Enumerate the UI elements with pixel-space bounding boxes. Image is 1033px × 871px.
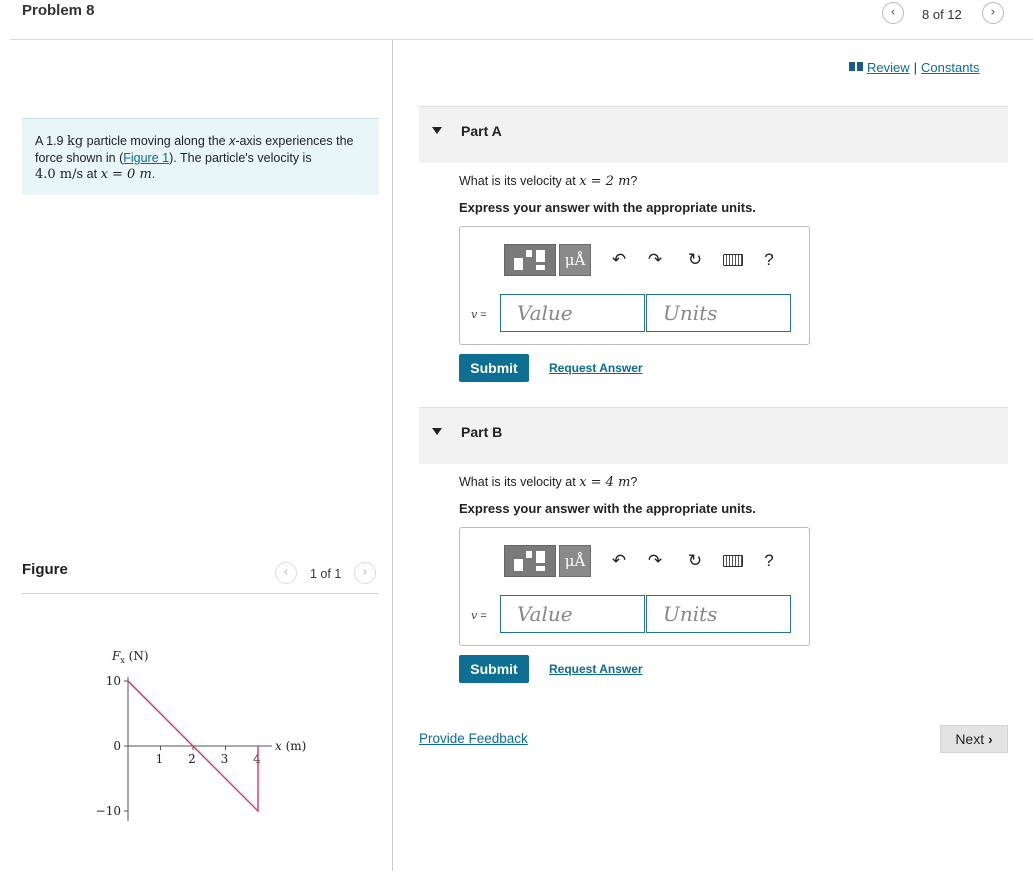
book-icon bbox=[849, 62, 863, 71]
chevron-right-icon: › bbox=[362, 565, 368, 580]
y-tick-label: −10 bbox=[96, 804, 121, 818]
part-b-answer-box: μÅ ↶ ↷ ↻ ? v = Value Units bbox=[459, 527, 810, 646]
figure-link[interactable]: Figure 1 bbox=[123, 151, 169, 165]
part-a-answer-box: μÅ ↶ ↷ ↻ ? v = Value Units bbox=[459, 226, 810, 345]
part-a-units-input[interactable]: Units bbox=[646, 294, 791, 332]
chevron-right-icon: › bbox=[990, 5, 996, 20]
x-axis-title: x (m) bbox=[275, 739, 306, 753]
part-b-request-answer-link[interactable]: Request Answer bbox=[549, 662, 643, 676]
part-b-header[interactable]: Part B bbox=[419, 407, 1008, 464]
chevron-left-icon: ‹ bbox=[890, 5, 896, 20]
part-a-instruction: Express your answer with the appropriate… bbox=[459, 200, 756, 215]
problem-statement: A 1.9 kg particle moving along the x-axi… bbox=[22, 118, 379, 195]
chevron-right-icon: › bbox=[988, 731, 993, 747]
part-a-label: Part A bbox=[461, 123, 502, 139]
y-axis-title: Fx (N) bbox=[111, 649, 149, 665]
chevron-left-icon: ‹ bbox=[283, 565, 289, 580]
part-b-value-input[interactable]: Value bbox=[500, 595, 645, 633]
keyboard-icon[interactable] bbox=[723, 254, 743, 266]
previous-problem-button[interactable]: ‹ bbox=[882, 2, 904, 24]
part-a-submit-button[interactable]: Submit bbox=[459, 354, 529, 382]
next-button[interactable]: Next › bbox=[940, 725, 1008, 753]
header-divider bbox=[10, 39, 1033, 40]
help-icon[interactable]: ? bbox=[758, 550, 780, 572]
provide-feedback-link[interactable]: Provide Feedback bbox=[419, 731, 528, 746]
help-icon[interactable]: ? bbox=[758, 249, 780, 271]
x-tick-label: 1 bbox=[156, 752, 164, 766]
x-tick-label: 3 bbox=[221, 752, 229, 766]
part-a-variable-label: v = bbox=[471, 308, 487, 321]
part-b-units-input[interactable]: Units bbox=[646, 595, 791, 633]
keyboard-icon[interactable] bbox=[723, 555, 743, 567]
previous-figure-button[interactable]: ‹ bbox=[275, 562, 297, 584]
part-b-submit-button[interactable]: Submit bbox=[459, 655, 529, 683]
next-figure-button[interactable]: › bbox=[354, 562, 376, 584]
x-tick-label: 2 bbox=[188, 752, 196, 766]
part-b-question: What is its velocity at x = 4 m? bbox=[459, 475, 638, 490]
part-b-instruction: Express your answer with the appropriate… bbox=[459, 501, 756, 516]
review-link[interactable]: Review bbox=[867, 60, 910, 75]
part-b-label: Part B bbox=[461, 424, 503, 440]
force-position-chart: Fx (N) x (m) 10 0 −10 1 2 3 4 bbox=[96, 649, 306, 821]
next-button-label: Next bbox=[955, 731, 985, 747]
column-divider bbox=[392, 40, 393, 871]
units-icon[interactable]: μÅ bbox=[559, 545, 591, 577]
y-tick-label: 10 bbox=[106, 674, 121, 688]
templates-icon[interactable] bbox=[504, 545, 556, 577]
part-a-request-answer-link[interactable]: Request Answer bbox=[549, 361, 643, 375]
caret-down-icon bbox=[432, 428, 442, 435]
templates-icon[interactable] bbox=[504, 244, 556, 276]
units-icon[interactable]: μÅ bbox=[559, 244, 591, 276]
redo-icon[interactable]: ↷ bbox=[644, 249, 666, 271]
problem-title: Problem 8 bbox=[22, 2, 95, 19]
figure-heading: Figure bbox=[22, 561, 68, 578]
reset-icon[interactable]: ↻ bbox=[684, 550, 706, 572]
next-problem-button[interactable]: › bbox=[982, 2, 1004, 24]
constants-link[interactable]: Constants bbox=[921, 60, 980, 75]
undo-icon[interactable]: ↶ bbox=[608, 550, 630, 572]
part-a-question: What is its velocity at x = 2 m? bbox=[459, 174, 638, 189]
reset-icon[interactable]: ↻ bbox=[684, 249, 706, 271]
problem-pager-text: 8 of 12 bbox=[922, 7, 962, 22]
link-separator: | bbox=[913, 60, 918, 75]
caret-down-icon bbox=[432, 127, 442, 134]
part-b-variable-label: v = bbox=[471, 609, 487, 622]
redo-icon[interactable]: ↷ bbox=[644, 550, 666, 572]
figure-divider bbox=[22, 593, 378, 594]
y-tick-label: 0 bbox=[113, 739, 121, 753]
review-constants-links: Review | Constants bbox=[849, 60, 980, 75]
undo-icon[interactable]: ↶ bbox=[608, 249, 630, 271]
figure-pager-text: 1 of 1 bbox=[310, 567, 342, 581]
x-tick-label: 4 bbox=[253, 752, 261, 766]
part-a-value-input[interactable]: Value bbox=[500, 294, 645, 332]
part-a-header[interactable]: Part A bbox=[419, 106, 1008, 163]
